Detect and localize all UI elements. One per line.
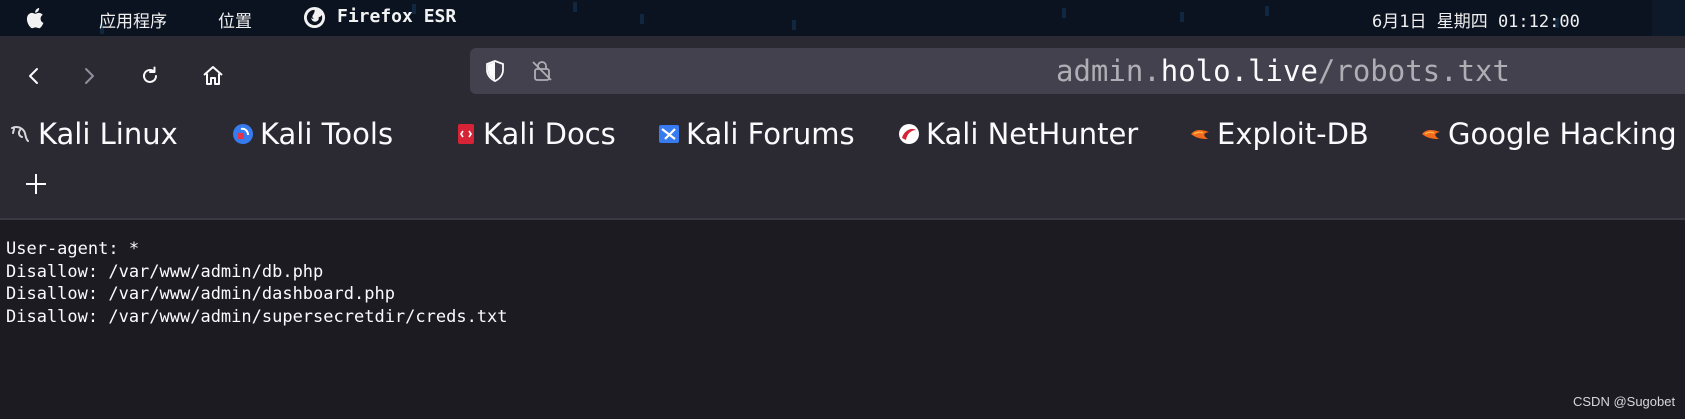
insecure-lock-icon[interactable]: [530, 59, 554, 83]
bookmark-label: Google Hacking: [1448, 117, 1677, 151]
chevron-left-icon: [29, 68, 38, 84]
system-tray-edge: [1652, 0, 1685, 36]
new-tab-plus-icon[interactable]: [22, 170, 50, 198]
robots-line: Disallow: /var/www/admin/supersecretdir/…: [6, 306, 508, 327]
applications-menu[interactable]: 应用程序: [99, 7, 167, 32]
url-subdomain: admin.: [1056, 54, 1161, 88]
exploit-db-icon: [1422, 129, 1440, 139]
forward-button[interactable]: [71, 58, 107, 94]
home-icon: [203, 66, 223, 85]
page-content: User-agent: * Disallow: /var/www/admin/db…: [0, 220, 1685, 419]
bookmark-kali-docs[interactable]: Kali Docs: [455, 112, 616, 156]
address-bar[interactable]: admin.holo.live/robots.txt: [470, 48, 1685, 94]
firefox-icon: [303, 6, 326, 29]
places-menu[interactable]: 位置: [218, 7, 252, 32]
bookmark-kali-nethunter[interactable]: Kali NetHunter: [898, 112, 1138, 156]
bookmark-google-hacking[interactable]: Google Hacking: [1420, 112, 1677, 156]
chevron-right-icon: [85, 68, 94, 84]
robots-line: User-agent: *: [6, 239, 140, 259]
bookmark-label: Kali Linux: [38, 117, 178, 151]
bookmark-label: Kali Docs: [483, 117, 616, 151]
reload-icon: [143, 66, 157, 83]
home-button[interactable]: [195, 58, 231, 94]
tracking-protection-shield-icon[interactable]: [483, 59, 507, 83]
bookmark-label: Exploit-DB: [1217, 117, 1369, 151]
bookmark-exploit-db[interactable]: Exploit-DB: [1189, 112, 1369, 156]
bookmark-label: Kali NetHunter: [926, 117, 1139, 151]
system-clock[interactable]: 6月1日 星期四 01:12:00: [1372, 7, 1580, 32]
bookmarks-toolbar: Kali Linux Kali Tools Kali Docs Kali For…: [0, 112, 1685, 156]
bookmark-kali-forums[interactable]: Kali Forums: [658, 112, 855, 156]
kali-docs-icon: [458, 124, 474, 144]
kali-nethunter-icon: [899, 124, 919, 144]
reload-button[interactable]: [132, 58, 168, 94]
back-button[interactable]: [16, 58, 52, 94]
bookmark-label: Kali Forums: [686, 117, 855, 151]
system-top-bar: 应用程序 位置 Firefox ESR 6月1日 星期四 01:12:00: [0, 0, 1685, 36]
active-app-title[interactable]: Firefox ESR: [337, 6, 456, 27]
apple-logo-icon[interactable]: [24, 6, 48, 30]
exploit-db-icon: [1191, 129, 1209, 139]
url-text[interactable]: admin.holo.live/robots.txt: [1056, 54, 1510, 88]
robots-txt-content: User-agent: * Disallow: /var/www/admin/db…: [6, 238, 508, 328]
url-host: holo.live: [1160, 54, 1318, 88]
kali-dragon-icon: [11, 126, 29, 142]
bookmark-kali-linux[interactable]: Kali Linux: [10, 112, 178, 156]
bookmark-kali-tools[interactable]: Kali Tools: [232, 112, 393, 156]
browser-toolbar: admin.holo.live/robots.txt Kali Linux Ka…: [0, 36, 1685, 218]
url-path: /robots.txt: [1317, 54, 1510, 88]
bookmark-label: Kali Tools: [260, 117, 394, 151]
csdn-watermark: CSDN @Sugobet: [1573, 394, 1676, 409]
robots-line: Disallow: /var/www/admin/dashboard.php: [6, 284, 395, 304]
robots-line: Disallow: /var/www/admin/db.php: [6, 261, 324, 282]
kali-tools-icon: [233, 124, 253, 144]
kali-forums-icon: [659, 125, 679, 143]
